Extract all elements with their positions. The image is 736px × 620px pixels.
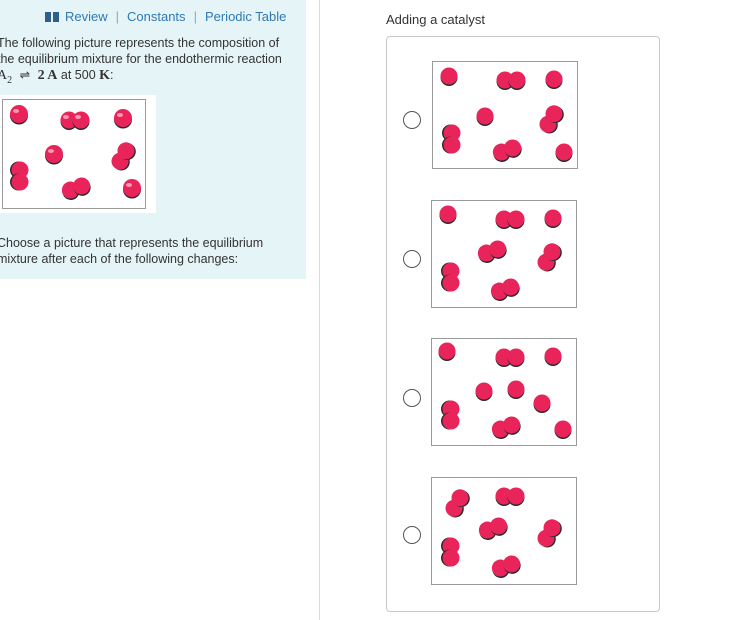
atom-a: [114, 109, 132, 129]
temperature-unit: K: [99, 68, 111, 83]
molecule-a2: [111, 142, 136, 171]
separator: |: [115, 9, 120, 24]
option-2-picture[interactable]: [431, 200, 577, 308]
separator: |: [193, 9, 197, 24]
periodic-table-link[interactable]: Periodic Table: [205, 9, 286, 24]
top-links: Review | Constants | Periodic Table: [45, 9, 286, 24]
constants-link[interactable]: Constants: [127, 9, 186, 24]
intro-line-1: The following picture represents the com…: [0, 36, 280, 50]
panel-divider: [319, 0, 320, 620]
option-1-radio[interactable]: [403, 111, 421, 129]
option-2-molecules: [439, 205, 562, 301]
atom-a: [123, 179, 141, 199]
option-3-picture[interactable]: [431, 338, 577, 446]
review-link[interactable]: Review: [65, 9, 108, 24]
option-1-picture[interactable]: [432, 61, 578, 169]
problem-intro: The following picture represents the com…: [0, 35, 297, 89]
option-4-molecules: [441, 487, 562, 578]
option-1-molecules: [440, 67, 573, 162]
atom-a: [45, 145, 63, 165]
option-4-picture[interactable]: [431, 477, 577, 585]
option-3-molecules: [438, 342, 572, 439]
reference-molecules: [10, 105, 141, 200]
colon: :: [110, 68, 114, 82]
at-text: at 500: [60, 68, 96, 82]
question-text: Choose a picture that represents the equ…: [0, 235, 297, 267]
question-line-1: Choose a picture that represents the equ…: [0, 236, 264, 250]
atom-a: [10, 105, 28, 125]
option-4-radio[interactable]: [403, 526, 421, 544]
reference-picture: [2, 99, 146, 209]
reactant-subscript: 2: [7, 74, 13, 86]
intro-line-2: the equilibrium mixture for the endother…: [0, 52, 282, 66]
part-title: Adding a catalyst: [386, 12, 486, 27]
product: 2 A: [37, 68, 58, 83]
molecule-a2: [10, 161, 29, 191]
reaction-equation: A2 ⇌ 2 A at 500 K:: [0, 67, 297, 89]
option-2-radio[interactable]: [403, 250, 421, 268]
book-icon: [45, 11, 59, 22]
equilibrium-arrow: ⇌: [19, 68, 31, 82]
molecule-a2: [61, 177, 91, 200]
molecule-a2: [60, 111, 90, 130]
option-3-radio[interactable]: [403, 389, 421, 407]
question-line-2: mixture after each of the following chan…: [0, 252, 239, 266]
